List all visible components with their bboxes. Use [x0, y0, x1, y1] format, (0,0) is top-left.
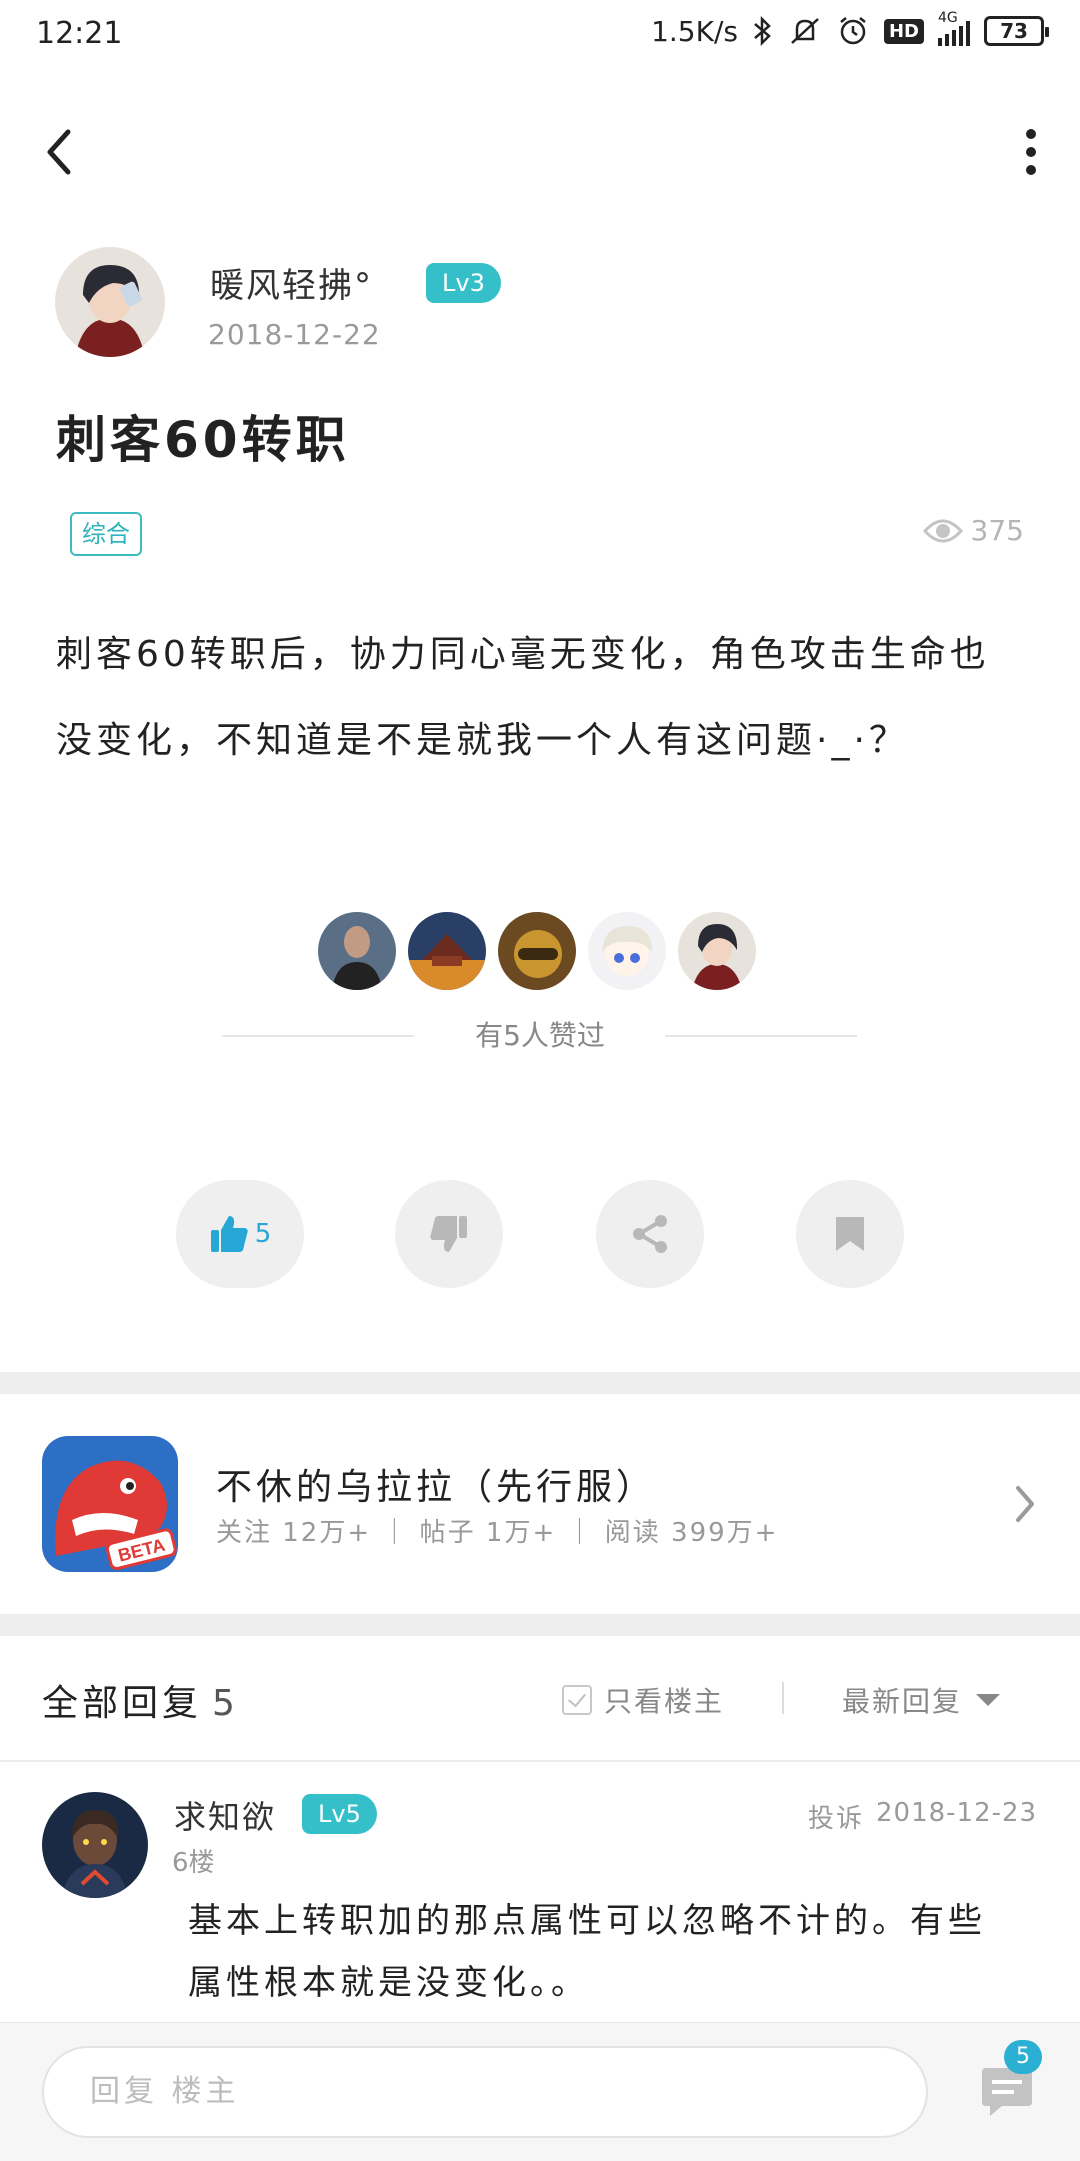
replies-title: 全部回复 5 [42, 1674, 239, 1726]
only-owner-label: 只看楼主 [604, 1685, 725, 1718]
liker-avatar[interactable] [588, 912, 666, 990]
likers-count-text[interactable]: 有5人赞过 [0, 1014, 1080, 1054]
network-speed: 1.5K/s [651, 14, 738, 48]
sort-label: 最新回复 [842, 1685, 963, 1718]
author-name[interactable]: 暖风轻拂° [210, 258, 373, 307]
thumbs-down-icon [430, 1216, 467, 1252]
hd-icon: HD [883, 18, 924, 44]
report-button[interactable]: 投诉 [808, 1798, 864, 1835]
game-icon[interactable]: BETA [42, 1436, 178, 1572]
liker-avatar[interactable] [498, 912, 576, 990]
dislike-button[interactable] [395, 1180, 503, 1288]
bookmark-icon [836, 1217, 864, 1251]
post-date: 2018-12-22 [208, 318, 381, 351]
status-time: 12:21 [36, 16, 123, 51]
network-type: 4G [938, 10, 958, 26]
liker-avatar[interactable] [408, 912, 486, 990]
sort-dropdown[interactable]: 最新回复 [842, 1680, 1001, 1720]
share-button[interactable] [596, 1180, 704, 1288]
reply-input[interactable]: 回复 楼主 [42, 2046, 928, 2138]
replies-count: 5 [212, 1683, 239, 1724]
like-count: 5 [254, 1219, 272, 1249]
like-button[interactable]: 5 [176, 1180, 304, 1288]
chevron-right-icon[interactable] [1010, 1482, 1040, 1526]
post-body: 刺客60转职后，协力同心毫无变化，角色攻击生命也没变化，不知道是不是就我一个人有… [56, 634, 990, 761]
post-title: 刺客60转职 [56, 411, 350, 469]
view-count-value: 375 [970, 514, 1024, 547]
section-separator [0, 1614, 1080, 1636]
more-vertical-icon[interactable] [1016, 124, 1046, 184]
signal-icon: 4G [938, 10, 970, 46]
divider-line [0, 1760, 1080, 1762]
view-count: 375 [922, 514, 1024, 547]
share-icon [633, 1215, 667, 1253]
eye-icon [922, 519, 963, 542]
reply-author-name[interactable]: 求知欲 [174, 1792, 276, 1838]
replies-title-label: 全部回复 [42, 1683, 203, 1724]
reply-level-badge: Lv5 [302, 1794, 377, 1834]
reply-content: 基本上转职加的那点属性可以忽略不计的。有些属性根本就是没变化。。 [188, 1901, 986, 2003]
only-owner-checkbox[interactable] [562, 1685, 592, 1715]
status-icons: 1.5K/s HD 4G 73 [651, 10, 1049, 48]
reply-floor: 6楼 [172, 1848, 215, 1878]
section-separator [0, 1372, 1080, 1394]
level-badge: Lv3 [426, 263, 501, 303]
liker-avatar[interactable] [678, 912, 756, 990]
comment-count-badge: 5 [1004, 2040, 1042, 2074]
divider-line [665, 1035, 857, 1037]
thumbs-up-icon [210, 1216, 248, 1252]
vertical-divider [782, 1682, 784, 1714]
game-name[interactable]: 不休的乌拉拉（先行服） [216, 1458, 656, 1510]
mute-icon [791, 18, 819, 44]
bookmark-button[interactable] [796, 1180, 904, 1288]
back-arrow-icon[interactable] [38, 122, 88, 182]
status-bar: 12:21 1.5K/s HD 4G 73 [0, 0, 1080, 72]
alarm-icon [840, 17, 866, 45]
likers-avatars[interactable] [318, 912, 756, 990]
category-tag[interactable]: 综合 [70, 512, 142, 556]
only-owner-toggle[interactable]: 只看楼主 [562, 1680, 724, 1720]
bluetooth-icon [754, 15, 771, 47]
reply-date: 2018-12-23 [876, 1798, 1038, 1828]
author-avatar[interactable] [55, 247, 165, 357]
reply-avatar[interactable] [42, 1792, 148, 1898]
battery-icon: 73 [984, 16, 1049, 46]
game-stats: 关注 12万+ ｜ 帖子 1万+ ｜ 阅读 399万+ [216, 1518, 779, 1548]
caret-down-icon [976, 1694, 1001, 1706]
liker-avatar[interactable] [318, 912, 396, 990]
